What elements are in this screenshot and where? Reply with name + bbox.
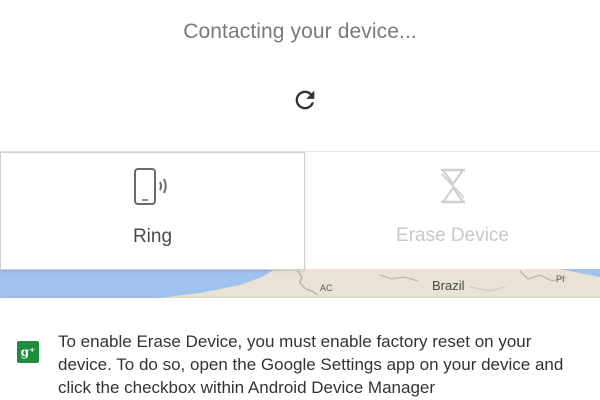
refresh-icon <box>295 90 315 110</box>
map-place-label: PI <box>556 274 565 284</box>
erase-hourglass-icon <box>433 166 473 206</box>
erase-device-label: Erase Device <box>396 225 509 246</box>
map-background <box>0 269 600 299</box>
info-message: To enable Erase Device, you must enable … <box>58 332 564 397</box>
info-panel: g⁺ To enable Erase Device, you must enab… <box>0 298 600 400</box>
device-manager-page: Contacting your device... Ring Erase Dev… <box>0 0 600 400</box>
action-bar: Ring Erase Device <box>0 151 600 270</box>
map-place-label: AC <box>320 283 333 293</box>
map-place-label: Brazil <box>432 278 465 293</box>
google-settings-icon: g⁺ <box>17 341 39 363</box>
status-title: Contacting your device... <box>183 20 417 43</box>
phone-ring-icon <box>131 167 175 207</box>
refresh-button[interactable] <box>289 84 321 116</box>
map-strip[interactable]: AC Brazil PI <box>0 269 600 299</box>
ring-button[interactable]: Ring <box>0 152 305 270</box>
erase-device-button[interactable]: Erase Device <box>305 152 600 270</box>
ring-label: Ring <box>132 226 173 247</box>
